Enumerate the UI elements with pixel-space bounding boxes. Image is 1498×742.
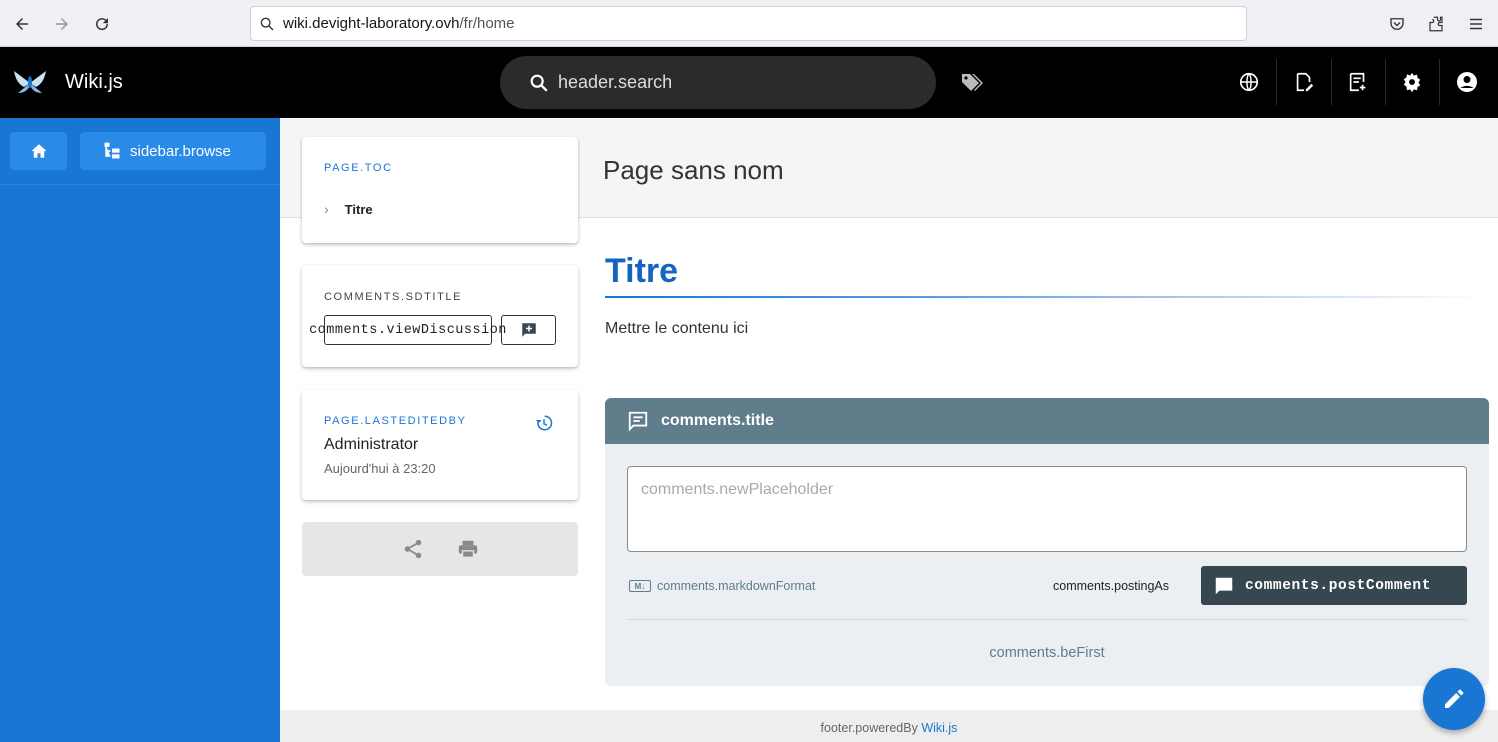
home-button[interactable] xyxy=(10,132,67,170)
home-icon xyxy=(31,144,46,158)
browse-button[interactable]: sidebar.browse xyxy=(80,132,266,170)
browse-tree-icon xyxy=(104,142,120,159)
app-title[interactable]: Wiki.js xyxy=(65,71,123,94)
pencil-icon xyxy=(1445,689,1464,708)
page-actions xyxy=(302,522,578,576)
url-bar[interactable]: wiki.devight-laboratory.ovh/fr/home xyxy=(250,6,1247,41)
extensions-icon[interactable] xyxy=(1424,12,1448,36)
comment-text-icon xyxy=(628,411,648,432)
footer: footer.poweredBy Wiki.js xyxy=(280,710,1498,742)
share-icon[interactable] xyxy=(402,538,424,565)
comment-icon xyxy=(1215,577,1233,594)
back-icon[interactable] xyxy=(10,12,34,36)
search-icon xyxy=(260,17,274,30)
search-input[interactable]: header.search xyxy=(500,56,936,109)
last-edited-date: Aujourd'hui à 23:20 xyxy=(324,461,436,476)
search-icon xyxy=(530,74,548,92)
page-title: Page sans nom xyxy=(603,155,784,185)
search-placeholder: header.search xyxy=(558,72,673,92)
print-icon[interactable] xyxy=(457,538,479,565)
markdown-format-note: M↓ comments.markdownFormat xyxy=(629,579,815,593)
new-page-icon[interactable] xyxy=(1345,69,1371,95)
pocket-icon[interactable] xyxy=(1385,12,1409,36)
toc-item[interactable]: › Titre xyxy=(324,201,373,217)
browse-label: sidebar.browse xyxy=(130,142,231,160)
app-header: Wiki.js header.search xyxy=(0,47,1498,118)
new-comment-button[interactable] xyxy=(501,315,556,345)
footer-powered-by: footer.poweredBy xyxy=(820,721,918,735)
footer-wikijs-link[interactable]: Wiki.js xyxy=(921,721,957,735)
url-path: /fr/home xyxy=(459,15,515,32)
view-discussion-button[interactable]: comments.viewDiscussion xyxy=(309,315,506,345)
posting-as-label: comments.postingAs xyxy=(1053,579,1170,593)
wikijs-logo[interactable] xyxy=(12,67,48,102)
comments-title: comments.title xyxy=(661,412,774,429)
reload-icon[interactable] xyxy=(90,12,114,36)
edit-fab-button[interactable] xyxy=(1423,668,1485,730)
language-icon[interactable] xyxy=(1236,69,1262,95)
last-edited-overline: PAGE.LASTEDITEDBY xyxy=(324,415,467,427)
comments-header: comments.title xyxy=(605,398,1489,444)
comment-input[interactable] xyxy=(627,466,1467,552)
tags-icon[interactable] xyxy=(960,71,984,98)
comments-panel: comments.title M↓ comments.markdownForma… xyxy=(605,398,1489,686)
last-edited-card: PAGE.LASTEDITEDBY Administrator Aujourd'… xyxy=(302,390,578,500)
comments-overline: COMMENTS.SDTITLE xyxy=(324,291,463,303)
content-heading: Titre xyxy=(605,252,679,290)
account-icon[interactable] xyxy=(1454,69,1480,95)
settings-icon[interactable] xyxy=(1399,69,1425,95)
be-first-message: comments.beFirst xyxy=(989,645,1105,661)
last-edited-author: Administrator xyxy=(324,436,419,453)
comment-add-icon xyxy=(521,323,536,337)
comments-card: COMMENTS.SDTITLE comments.viewDiscussion xyxy=(302,265,578,367)
edit-page-icon[interactable] xyxy=(1291,69,1317,95)
toc-overline: PAGE.TOC xyxy=(324,162,393,174)
url-host: wiki.devight-laboratory.ovh xyxy=(283,15,460,32)
browser-toolbar: wiki.devight-laboratory.ovh/fr/home xyxy=(0,0,1498,47)
heading-underline xyxy=(605,296,1485,298)
forward-icon[interactable] xyxy=(50,12,74,36)
toc-item-label: Titre xyxy=(344,201,373,217)
content-text: Mettre le contenu ici xyxy=(605,320,749,337)
comments-divider xyxy=(627,619,1467,620)
sidebar-nav: sidebar.browse xyxy=(0,118,280,185)
history-icon[interactable] xyxy=(535,414,553,437)
sidebar: sidebar.browse xyxy=(0,118,280,742)
menu-icon[interactable] xyxy=(1464,12,1488,36)
markdown-icon: M↓ xyxy=(629,580,651,592)
post-comment-label: comments.postComment xyxy=(1245,577,1432,594)
markdown-format-label: comments.markdownFormat xyxy=(657,579,816,593)
chevron-right-icon: › xyxy=(324,201,329,217)
post-comment-button[interactable]: comments.postComment xyxy=(1201,566,1467,605)
toc-card: PAGE.TOC › Titre xyxy=(302,137,578,243)
